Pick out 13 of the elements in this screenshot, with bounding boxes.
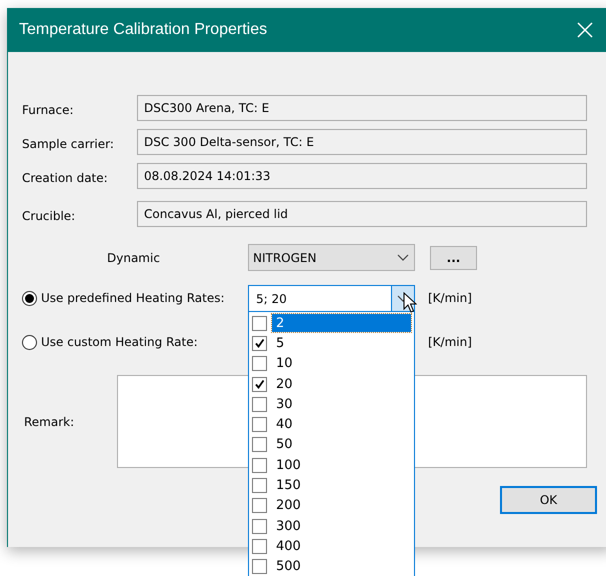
window-title: Temperature Calibration Properties [19, 21, 268, 39]
remark-label: Remark: [23, 414, 76, 428]
field-label: Crucible: [22, 208, 76, 223]
readonly-field: DSC300 Arena, TC: E [137, 95, 587, 121]
readonly-field: 08.08.2024 14:01:33 [137, 163, 587, 189]
unit-label: [K/min] [428, 335, 472, 349]
readonly-field: DSC 300 Delta-sensor, TC: E [137, 129, 587, 155]
readonly-field: Concavus Al, pierced lid [137, 201, 587, 227]
field-label: Creation date: [22, 170, 109, 185]
field-label: Furnace: [22, 102, 75, 117]
gas-label: Dynamic [106, 250, 161, 264]
unit-label: [K/min] [428, 291, 472, 305]
field-label: Sample carrier: [22, 136, 115, 151]
